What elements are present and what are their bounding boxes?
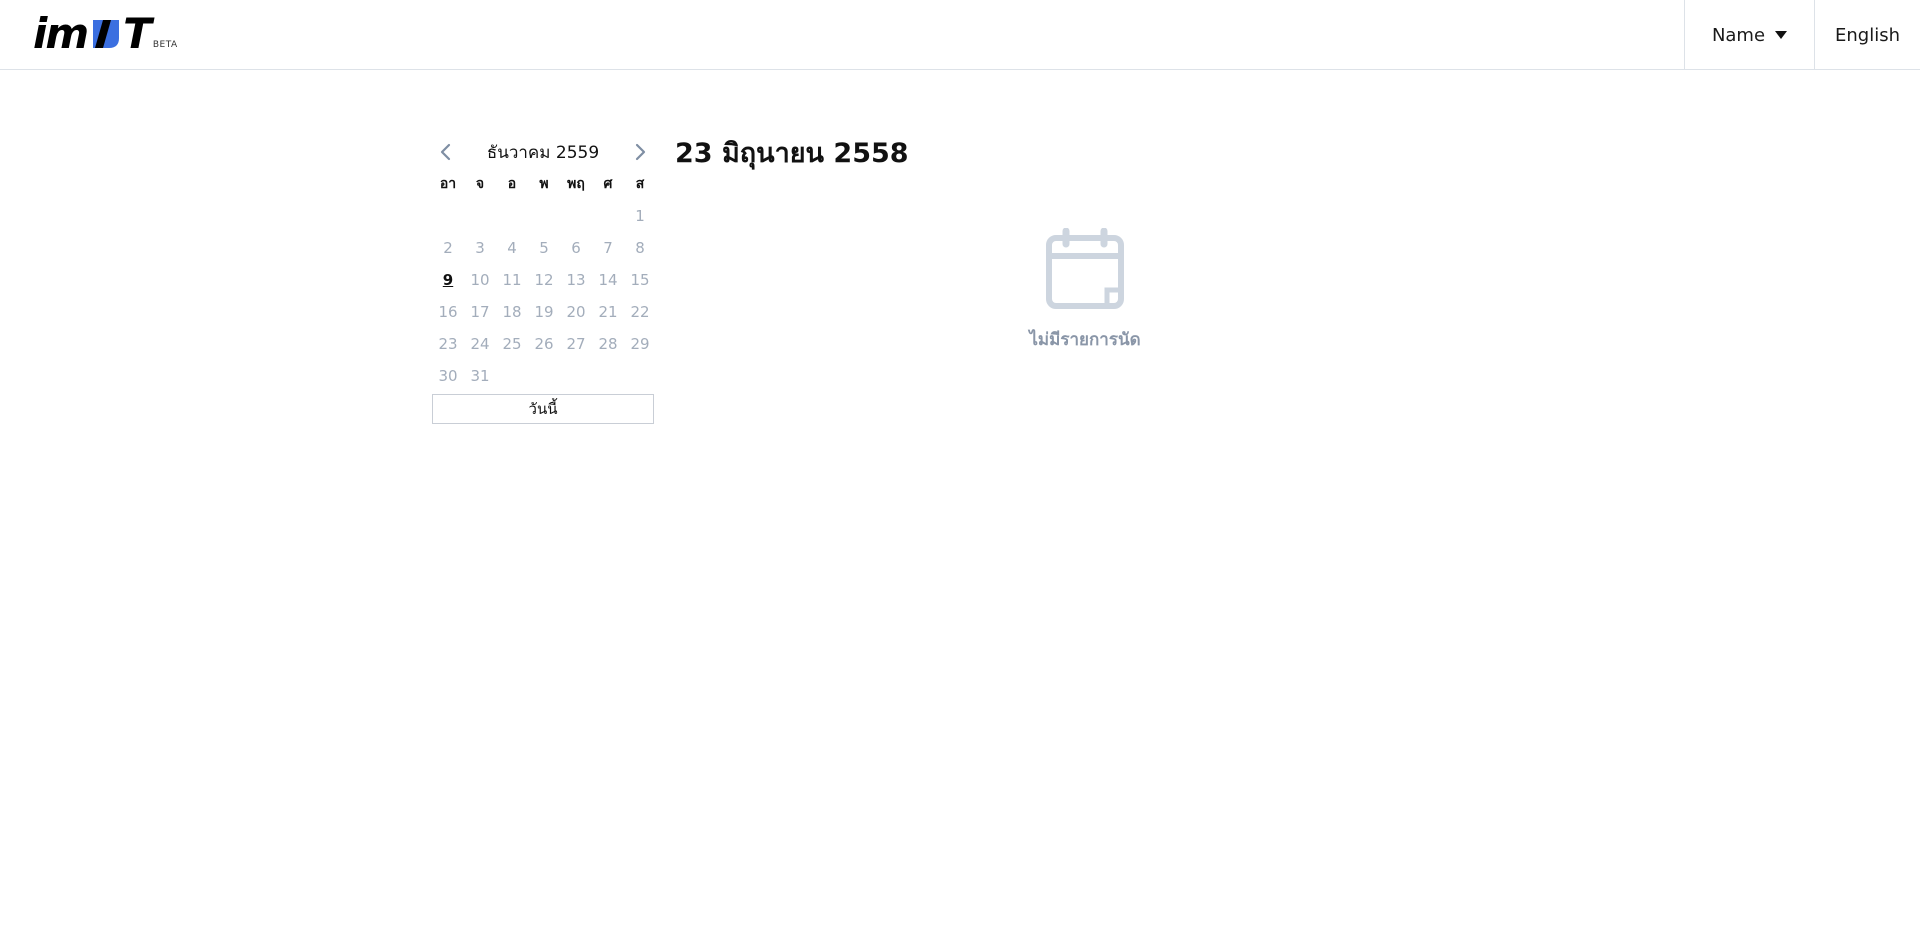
user-menu-label: Name: [1711, 24, 1766, 46]
weekday-header: จ: [475, 176, 485, 192]
weekday-header: ส: [635, 176, 645, 192]
logo-beta-badge: BETA: [152, 40, 178, 50]
calendar-day[interactable]: 20: [560, 296, 592, 328]
calendar-day[interactable]: 12: [528, 264, 560, 296]
calendar-day[interactable]: 5: [528, 232, 560, 264]
logo-wordmark: im T: [33, 9, 152, 58]
calendar-blank-cell: [432, 200, 464, 232]
calendar-day[interactable]: 30: [432, 360, 464, 392]
weekday-header: ศ: [603, 176, 613, 192]
calendar-day[interactable]: 10: [464, 264, 496, 296]
calendar-day[interactable]: 21: [592, 296, 624, 328]
next-month-button[interactable]: [628, 140, 652, 164]
calendar-day[interactable]: 28: [592, 328, 624, 360]
calendar-day[interactable]: 27: [560, 328, 592, 360]
calendar-blank-cell: [464, 200, 496, 232]
weekday-header: พฤ: [567, 176, 585, 192]
calendar-grid: อาจอพพฤศส 1 2 3 4 5 6 7 8 9 10 11 12 13 14 15 16 17 18 19 20…: [432, 168, 654, 392]
chevron-right-icon: [635, 143, 646, 161]
calendar-day[interactable]: 1: [624, 200, 656, 232]
calendar-day[interactable]: 14: [592, 264, 624, 296]
calendar-day[interactable]: 22: [624, 296, 656, 328]
top-navbar: im T BETA Name English: [0, 0, 1920, 70]
calendar-day[interactable]: 24: [464, 328, 496, 360]
weekday-header: อา: [439, 176, 457, 192]
language-label: English: [1835, 24, 1900, 46]
calendar-day[interactable]: 23: [432, 328, 464, 360]
calendar-blank-cell: [496, 200, 528, 232]
selected-date-heading: 23 มิถุนายน 2558: [675, 138, 909, 169]
calendar-day[interactable]: 31: [464, 360, 496, 392]
calendar-header: ธันวาคม 2559: [432, 136, 654, 168]
language-switch[interactable]: English: [1814, 0, 1920, 70]
empty-appointments: ไม่มีรายการนัด: [985, 227, 1185, 353]
chevron-left-icon: [440, 143, 451, 161]
calendar-day[interactable]: 3: [464, 232, 496, 264]
calendar-day[interactable]: 17: [464, 296, 496, 328]
calendar-day[interactable]: 16: [432, 296, 464, 328]
user-menu-dropdown[interactable]: Name: [1684, 0, 1814, 70]
calendar-day[interactable]: 15: [624, 264, 656, 296]
calendar-day[interactable]: 7: [592, 232, 624, 264]
empty-message: ไม่มีรายการนัด: [1029, 330, 1141, 350]
calendar-blank-cell: [528, 200, 560, 232]
calendar-month-title: ธันวาคม 2559: [486, 142, 600, 163]
logo-pin-icon: [89, 16, 123, 50]
calendar-day[interactable]: 6: [560, 232, 592, 264]
calendar-day[interactable]: 11: [496, 264, 528, 296]
prev-month-button[interactable]: [434, 140, 458, 164]
calendar-blank-cell: [592, 200, 624, 232]
mini-calendar: ธันวาคม 2559 อาจอพพฤศส 1 2 3 4 5 6 7 8 9 10 11 12 13 1…: [432, 136, 654, 424]
calendar-day-today[interactable]: 9: [432, 264, 464, 296]
calendar-day[interactable]: 4: [496, 232, 528, 264]
calendar-blank-cell: [560, 200, 592, 232]
calendar-day[interactable]: 13: [560, 264, 592, 296]
calendar-day[interactable]: 2: [432, 232, 464, 264]
today-button[interactable]: วันนี้: [432, 394, 654, 424]
weekday-header: พ: [539, 176, 549, 192]
app-logo[interactable]: im T BETA: [33, 12, 178, 56]
calendar-day[interactable]: 18: [496, 296, 528, 328]
caret-down-icon: [1775, 31, 1788, 39]
calendar-day[interactable]: 19: [528, 296, 560, 328]
calendar-icon: [1044, 227, 1126, 314]
weekday-header: อ: [507, 176, 517, 192]
calendar-day[interactable]: 8: [624, 232, 656, 264]
calendar-day[interactable]: 26: [528, 328, 560, 360]
calendar-day[interactable]: 29: [624, 328, 656, 360]
calendar-day[interactable]: 25: [496, 328, 528, 360]
